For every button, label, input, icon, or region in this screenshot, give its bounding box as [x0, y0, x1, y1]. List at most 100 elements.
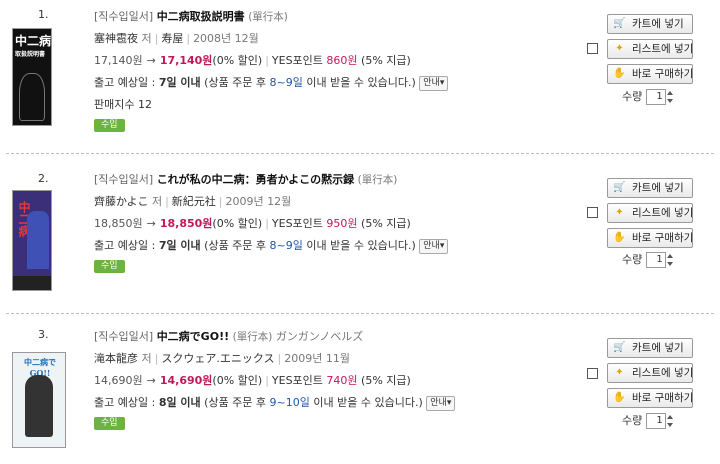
guide-dropdown[interactable]: 안내▾	[419, 238, 449, 254]
author-suffix: 저	[151, 195, 163, 208]
import-badge: 수입	[94, 119, 125, 132]
format-label: (單行本)	[248, 11, 288, 23]
series-label[interactable]: ガンガンノベルズ	[276, 330, 363, 343]
buy-now-button[interactable]: ✋ 바로 구매하기	[607, 388, 693, 408]
cover-illustration	[25, 375, 53, 437]
ship-note-post: 이내 받을 수 있습니다.)	[313, 396, 423, 409]
format-label: (單行本)	[357, 174, 398, 186]
cover-illustration	[19, 73, 45, 121]
quantity-spinner[interactable]	[666, 413, 674, 429]
points-value: 860원	[326, 54, 358, 67]
author-link[interactable]: 滝本龍彦	[94, 352, 138, 365]
points-rate: (5% 지급)	[361, 217, 411, 230]
cover-subtitle-text: 取扱説明書	[15, 51, 46, 58]
add-to-cart-button[interactable]: 🛒 카트에 넣기	[607, 14, 693, 34]
quantity-stepper[interactable]: 수량 1	[622, 88, 674, 106]
select-checkbox[interactable]	[587, 207, 598, 218]
add-to-cart-button[interactable]: 🛒 카트에 넣기	[607, 178, 693, 198]
category-label: [직수입일서]	[94, 173, 154, 186]
item-divider	[6, 313, 714, 314]
add-to-cart-button[interactable]: 🛒 카트에 넣기	[607, 338, 693, 358]
book-cover-image[interactable]: 中二病 取扱説明書	[12, 28, 52, 126]
ship-days: 8일 이내	[158, 396, 201, 409]
buy-now-icon: ✋	[613, 68, 626, 79]
buy-now-button[interactable]: ✋ 바로 구매하기	[607, 64, 693, 84]
import-badge: 수입	[94, 417, 125, 430]
ship-days: 7일 이내	[158, 76, 201, 89]
add-to-list-button[interactable]: ✦ 리스트에 넣기	[607, 203, 693, 223]
buy-now-button[interactable]: ✋ 바로 구매하기	[607, 228, 693, 248]
wishlist-icon: ✦	[615, 207, 624, 218]
book-cover-image[interactable]: 中二病	[12, 190, 52, 291]
author-suffix: 저	[141, 32, 152, 45]
sale-price: 17,140원	[159, 54, 213, 67]
ship-label: 출고 예상일 :	[94, 76, 156, 89]
publish-date: 2009년 12월	[225, 195, 292, 208]
quantity-spinner[interactable]	[666, 89, 674, 105]
format-label: (單行本)	[232, 331, 273, 343]
item-divider	[6, 153, 714, 154]
points-value: 740원	[326, 374, 358, 387]
quantity-input[interactable]: 1	[645, 89, 666, 105]
rank-number: 1.	[38, 8, 49, 21]
buy-now-icon: ✋	[613, 392, 626, 403]
points-label: YES포인트	[271, 217, 323, 230]
original-price: 17,140원	[94, 54, 143, 67]
points-label: YES포인트	[271, 54, 323, 67]
publish-date: 2008년 12월	[193, 32, 259, 45]
select-checkbox[interactable]	[587, 43, 598, 54]
discount-rate: (0% 할인)	[212, 217, 263, 230]
shopping-cart-icon: 🛒	[613, 18, 626, 29]
sales-index: 판매지수 12	[94, 98, 152, 111]
publish-date: 2009년 11월	[284, 352, 350, 365]
publisher-link[interactable]: スクウェア.エニックス	[161, 352, 274, 365]
sale-price: 14,690원	[159, 374, 213, 387]
book-title-link[interactable]: これが私の中二病：勇者かよこの黙示録	[157, 173, 354, 186]
points-rate: (5% 지급)	[361, 374, 411, 387]
ship-note-post: 이내 받을 수 있습니다.)	[306, 76, 416, 89]
wishlist-icon: ✦	[615, 367, 624, 378]
points-rate: (5% 지급)	[361, 54, 411, 67]
publisher-link[interactable]: 新紀元社	[172, 195, 216, 208]
add-to-list-button[interactable]: ✦ 리스트에 넣기	[607, 39, 693, 59]
original-price: 18,850원	[94, 217, 143, 230]
author-link[interactable]: 齊藤かよこ	[94, 195, 148, 208]
discount-rate: (0% 할인)	[212, 54, 263, 67]
ship-note-post: 이내 받을 수 있습니다.)	[306, 239, 416, 252]
ship-label: 출고 예상일 :	[94, 239, 156, 252]
quantity-stepper[interactable]: 수량 1	[622, 251, 674, 269]
cover-title-text: 中二病	[15, 34, 52, 48]
ship-note-pre: (상품 주문 후	[204, 76, 267, 89]
ship-label: 출고 예상일 :	[94, 396, 156, 409]
guide-dropdown[interactable]: 안내▾	[426, 395, 456, 411]
add-to-list-button[interactable]: ✦ 리스트에 넣기	[607, 363, 693, 383]
wishlist-icon: ✦	[615, 43, 624, 54]
shopping-cart-icon: 🛒	[613, 182, 626, 193]
cover-illustration	[27, 211, 49, 269]
author-suffix: 저	[141, 352, 152, 365]
ship-days: 7일 이내	[158, 239, 201, 252]
book-title-link[interactable]: 中二病でGO!!	[157, 330, 229, 343]
quantity-stepper[interactable]: 수량 1	[622, 412, 674, 430]
import-badge: 수입	[94, 260, 125, 273]
ship-note-pre: (상품 주문 후	[204, 396, 267, 409]
category-label: [직수입일서]	[94, 10, 154, 23]
publisher-link[interactable]: 寿屋	[161, 32, 183, 45]
rank-number: 2.	[38, 172, 49, 185]
buy-now-icon: ✋	[613, 232, 626, 243]
ship-range: 8~9일	[269, 76, 303, 89]
guide-dropdown[interactable]: 안내▾	[419, 75, 449, 91]
shopping-cart-icon: 🛒	[613, 342, 626, 353]
book-title-link[interactable]: 中二病取扱説明書	[157, 10, 245, 23]
points-value: 950원	[326, 217, 358, 230]
quantity-input[interactable]: 1	[645, 413, 666, 429]
book-cover-image[interactable]: 中二病でGO!!	[12, 352, 66, 448]
rank-number: 3.	[38, 328, 49, 341]
sale-price: 18,850원	[159, 217, 213, 230]
ship-range: 9~10일	[269, 396, 310, 409]
select-checkbox[interactable]	[587, 368, 598, 379]
author-link[interactable]: 塞神雹夜	[94, 32, 138, 45]
category-label: [직수입일서]	[94, 330, 154, 343]
quantity-spinner[interactable]	[666, 252, 674, 268]
quantity-input[interactable]: 1	[645, 252, 666, 268]
